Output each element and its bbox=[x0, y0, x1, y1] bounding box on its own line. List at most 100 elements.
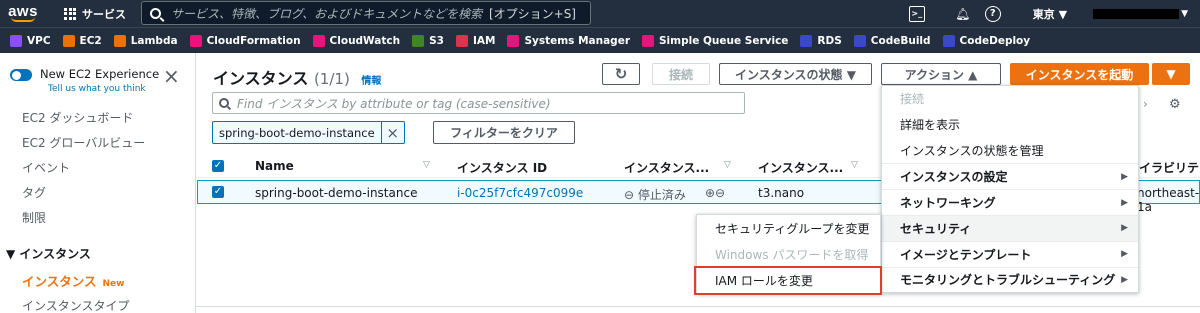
page-title: インスタンス (1/1) 情報 bbox=[213, 65, 381, 89]
column-header-instance-id[interactable]: インスタンス ID bbox=[457, 159, 547, 176]
favorite-cloudwatch[interactable]: CloudWatch bbox=[312, 34, 400, 47]
chevron-right-icon: ▶ bbox=[1121, 274, 1128, 285]
service-icon bbox=[189, 34, 202, 47]
favorite-cloudformation[interactable]: CloudFormation bbox=[189, 34, 301, 47]
menu-item[interactable]: 詳細を表示 bbox=[882, 112, 1138, 138]
menu-item[interactable]: セキュリティ ▶ bbox=[882, 214, 1138, 241]
menu-item-label: イメージとテンプレート bbox=[900, 247, 1032, 262]
select-all-checkbox[interactable]: ✓ bbox=[212, 160, 224, 172]
instance-type: t3.nano bbox=[758, 186, 805, 200]
sidebar-item-events[interactable]: イベント bbox=[22, 159, 70, 176]
top-navigation: aws サービス サービス、特徴、ブログ、およびドキュメントなどを検索 [オプシ… bbox=[0, 0, 1200, 27]
column-header-instance-state[interactable]: インスタンス... bbox=[624, 159, 709, 176]
aws-logo[interactable]: aws bbox=[0, 0, 46, 27]
next-page-icon[interactable]: › bbox=[1143, 97, 1148, 111]
favorite-label: EC2 bbox=[79, 34, 102, 47]
favorite-lambda[interactable]: Lambda bbox=[113, 34, 178, 47]
sidebar-item-label: インスタンス bbox=[22, 274, 97, 289]
actions-button[interactable]: アクション ▲ bbox=[881, 63, 1001, 85]
clear-filters-button[interactable]: フィルターをクリア bbox=[433, 121, 575, 144]
favorite-simple-queue-service[interactable]: Simple Queue Service bbox=[642, 34, 789, 47]
sidebar-item-dashboard[interactable]: EC2 ダッシュボード bbox=[22, 109, 133, 126]
row-checkbox[interactable]: ✓ bbox=[212, 186, 224, 198]
favorite-ec2[interactable]: EC2 bbox=[62, 34, 102, 47]
sidebar-item-instances[interactable]: インスタンス New bbox=[22, 271, 124, 290]
service-icon bbox=[853, 34, 866, 47]
submenu-item[interactable]: セキュリティグループを変更 bbox=[697, 215, 880, 241]
new-experience-toggle-row: New EC2 Experience Tell us what you thin… bbox=[10, 67, 159, 96]
search-placeholder: サービス、特徴、ブログ、およびドキュメントなどを検索 bbox=[171, 6, 483, 21]
menu-item[interactable]: ネットワーキング ▶ bbox=[882, 189, 1138, 215]
gear-icon[interactable]: ⚙ bbox=[1169, 97, 1181, 112]
sidebar-section-instances[interactable]: ▼ インスタンス bbox=[6, 245, 91, 262]
availability-zone: northeast-1a bbox=[1137, 186, 1200, 214]
menu-item[interactable]: 接続 bbox=[882, 86, 1138, 112]
sidebar-item-limits[interactable]: 制限 bbox=[22, 209, 46, 226]
cloudshell-icon[interactable]: >_ bbox=[908, 5, 925, 22]
menu-item[interactable]: モニタリングとトラブルシューティング ▶ bbox=[882, 266, 1138, 293]
zoom-icon[interactable]: ⊕⊖ bbox=[705, 186, 725, 200]
service-icon bbox=[800, 34, 813, 47]
actions-dropdown-menu: 接続 詳細を表示 インスタンスの状態を管理 インスタンスの設定 ▶ ネットワーキング ▶ セキ… bbox=[881, 85, 1139, 294]
service-icon bbox=[10, 34, 22, 47]
instance-id-link[interactable]: i-0c25f7cfc497c099e bbox=[457, 186, 583, 200]
sort-icon[interactable]: ▽ bbox=[724, 160, 731, 170]
aws-smile-icon bbox=[11, 17, 35, 22]
divider bbox=[196, 306, 1200, 307]
menu-item[interactable]: インスタンスの状態を管理 bbox=[882, 138, 1138, 164]
account-menu-redacted[interactable] bbox=[1093, 8, 1180, 19]
sort-icon[interactable]: ▽ bbox=[851, 160, 858, 170]
sort-icon[interactable]: ▽ bbox=[423, 160, 430, 170]
service-icon bbox=[113, 34, 126, 47]
favorite-systems-manager[interactable]: Systems Manager bbox=[507, 34, 630, 47]
favorite-label: CodeDeploy bbox=[959, 34, 1031, 47]
sidebar: New EC2 Experience Tell us what you thin… bbox=[0, 53, 196, 313]
services-menu-button[interactable]: サービス bbox=[64, 6, 126, 22]
global-search-input[interactable]: サービス、特徴、ブログ、およびドキュメントなどを検索 [オプション+S] bbox=[141, 1, 591, 25]
service-icon bbox=[507, 34, 520, 47]
column-header-instance-type[interactable]: インスタンス... bbox=[758, 159, 843, 176]
chevron-down-icon: ▼ bbox=[1181, 8, 1188, 19]
instance-filter-input[interactable]: Find インスタンス by attribute or tag (case-se… bbox=[212, 92, 745, 114]
refresh-button[interactable]: ↻ bbox=[602, 63, 640, 85]
sidebar-item-instance-types[interactable]: インスタンスタイプ bbox=[22, 297, 130, 313]
favorite-label: CodeBuild bbox=[870, 34, 931, 47]
favorite-label: IAM bbox=[472, 34, 496, 47]
favorite-label: Simple Queue Service bbox=[659, 34, 789, 47]
instance-state-button[interactable]: インスタンスの状態 ▼ bbox=[719, 63, 872, 85]
bell-icon[interactable]: 🔔︎ bbox=[955, 6, 971, 22]
connect-button[interactable]: 接続 bbox=[652, 63, 710, 85]
sidebar-item-tags[interactable]: タグ bbox=[22, 184, 46, 201]
help-icon[interactable]: ? bbox=[984, 5, 1001, 22]
favorite-label: RDS bbox=[817, 34, 842, 47]
favorite-vpc[interactable]: VPC bbox=[10, 34, 51, 47]
new-badge: New bbox=[102, 279, 125, 289]
sidebar-item-global-view[interactable]: EC2 グローバルビュー bbox=[22, 134, 145, 151]
launch-instance-button[interactable]: インスタンスを起動 bbox=[1010, 63, 1149, 85]
region-selector[interactable]: 東京 ▼ bbox=[1033, 6, 1067, 22]
favorites-bar: VPC EC2 Lambda CloudFormation CloudWatch S3 IA… bbox=[0, 27, 1200, 53]
favorite-codedeploy[interactable]: CodeDeploy bbox=[942, 34, 1031, 47]
launch-options-button[interactable]: ▼ bbox=[1152, 63, 1190, 85]
feedback-link[interactable]: Tell us what you think bbox=[48, 82, 159, 96]
refresh-icon: ↻ bbox=[614, 65, 628, 83]
service-icon bbox=[642, 34, 654, 47]
column-header-name[interactable]: Name bbox=[255, 159, 294, 173]
menu-item-label: インスタンスの設定 bbox=[900, 170, 1008, 185]
instance-name: spring-boot-demo-instance bbox=[255, 186, 418, 200]
remove-token-icon[interactable]: × bbox=[382, 124, 404, 142]
column-header-availability-zone[interactable]: イラビリテ bbox=[1139, 159, 1199, 176]
favorite-s3[interactable]: S3 bbox=[412, 34, 444, 47]
menu-item-label: モニタリングとトラブルシューティング bbox=[900, 273, 1116, 288]
search-icon bbox=[150, 7, 161, 19]
submenu-item[interactable]: Windows パスワードを取得 bbox=[697, 241, 880, 267]
info-link[interactable]: 情報 bbox=[361, 76, 381, 87]
favorite-iam[interactable]: IAM bbox=[455, 34, 496, 47]
menu-item[interactable]: イメージとテンプレート ▶ bbox=[882, 240, 1138, 267]
filter-token-label: spring-boot-demo-instance bbox=[213, 122, 382, 143]
favorite-codebuild[interactable]: CodeBuild bbox=[853, 34, 931, 47]
favorite-rds[interactable]: RDS bbox=[800, 34, 842, 47]
menu-item[interactable]: インスタンスの設定 ▶ bbox=[882, 163, 1138, 189]
close-icon[interactable]: × bbox=[163, 66, 180, 86]
new-experience-toggle[interactable] bbox=[10, 69, 32, 81]
